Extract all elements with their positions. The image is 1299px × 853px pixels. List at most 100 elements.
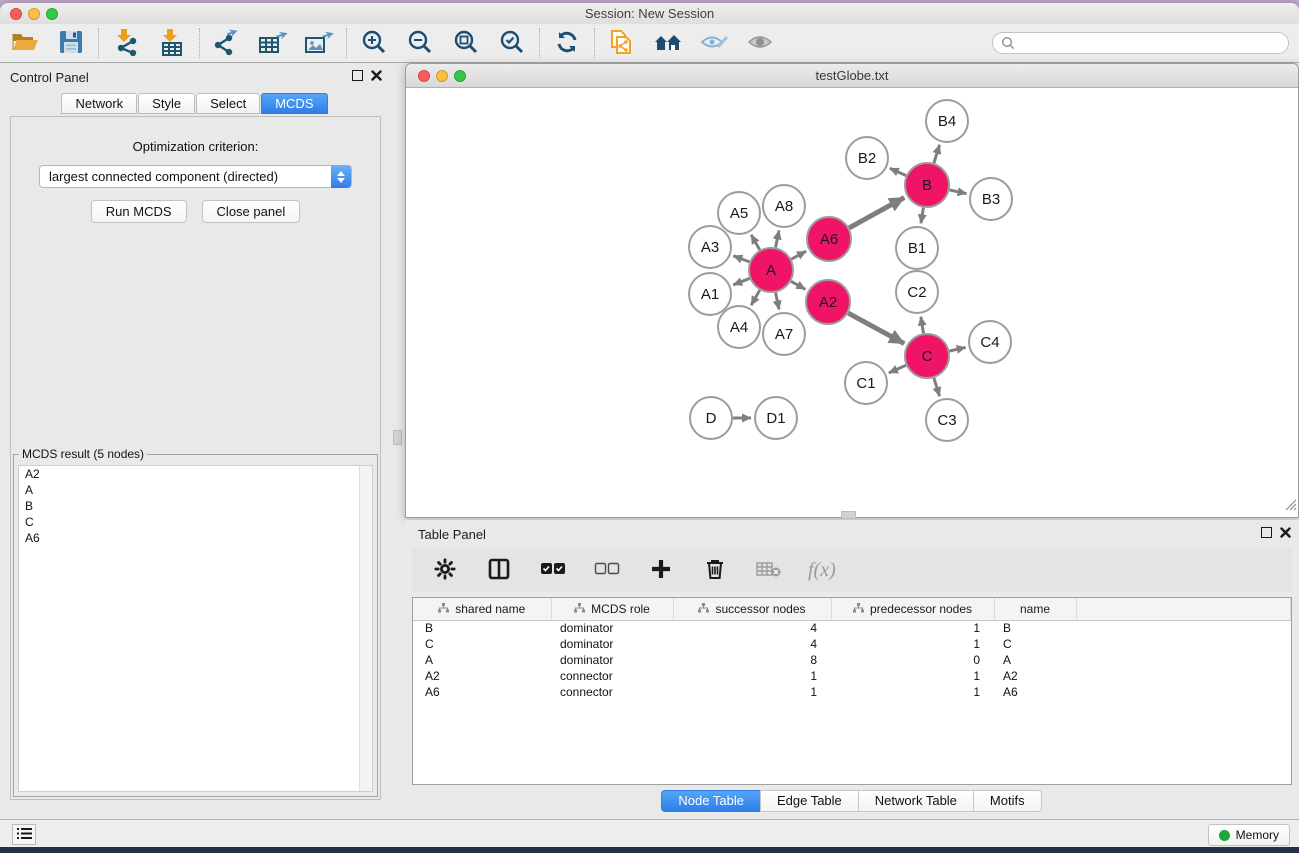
edge-B-B2[interactable] [890, 168, 906, 175]
export-image-button[interactable] [304, 28, 334, 58]
mcds-result-item[interactable]: C [19, 514, 372, 530]
node-C1[interactable]: C1 [845, 362, 887, 404]
node-A7[interactable]: A7 [763, 313, 805, 355]
table-row[interactable]: A6connector11A6 [413, 684, 1291, 700]
delete-table-button[interactable] [754, 555, 784, 585]
cell-successor-nodes[interactable]: 4 [673, 620, 831, 636]
cell-name[interactable]: A6 [994, 684, 1076, 700]
edge-C-C3[interactable] [934, 378, 940, 396]
edge-A-A6[interactable] [791, 251, 806, 259]
tab-style[interactable]: Style [138, 93, 195, 114]
edge-A-A1[interactable] [733, 278, 749, 284]
edge-A6-B[interactable] [849, 198, 904, 228]
edge-A-A8[interactable] [776, 230, 779, 247]
node-A2[interactable]: A2 [806, 280, 850, 324]
show-hidden-button[interactable] [745, 28, 775, 58]
show-columns-button[interactable] [484, 555, 514, 585]
node-B1[interactable]: B1 [896, 227, 938, 269]
edge-A-A5[interactable] [751, 235, 760, 250]
node-A3[interactable]: A3 [689, 226, 731, 268]
new-network-from-selection-button[interactable] [607, 28, 637, 58]
cell-predecessor-nodes[interactable]: 1 [831, 684, 994, 700]
tab-select[interactable]: Select [196, 93, 260, 114]
float-table-panel-icon[interactable] [1261, 527, 1272, 538]
column-header-shared-name[interactable]: shared name [413, 598, 551, 620]
minimize-network-window-icon[interactable] [436, 70, 448, 82]
node-C4[interactable]: C4 [969, 321, 1011, 363]
node-D1[interactable]: D1 [755, 397, 797, 439]
node-C2[interactable]: C2 [896, 271, 938, 313]
tab-motifs[interactable]: Motifs [973, 790, 1042, 812]
network-canvas[interactable]: AA1A2A3A4A5A6A7A8BB1B2B3B4CC1C2C3C4DD1 [406, 89, 1298, 517]
cell-MCDS-role[interactable]: dominator [551, 652, 673, 668]
node-A1[interactable]: A1 [689, 273, 731, 315]
edge-C-C2[interactable] [921, 317, 924, 334]
zoom-in-button[interactable] [359, 28, 389, 58]
cell-predecessor-nodes[interactable]: 1 [831, 668, 994, 684]
table-row[interactable]: Adominator80A [413, 652, 1291, 668]
search-input[interactable] [992, 32, 1289, 54]
cell-MCDS-role[interactable]: dominator [551, 620, 673, 636]
cell-name[interactable]: B [994, 620, 1076, 636]
column-header-name[interactable]: name [994, 598, 1076, 620]
resize-grip-icon[interactable] [1283, 497, 1297, 516]
refresh-layout-button[interactable] [552, 28, 582, 58]
zoom-network-window-icon[interactable] [454, 70, 466, 82]
close-network-window-icon[interactable] [418, 70, 430, 82]
vertical-split-handle[interactable] [393, 430, 402, 445]
optimization-criterion-select[interactable]: largest connected component (directed) [39, 165, 352, 188]
save-session-button[interactable] [56, 28, 86, 58]
edge-A-A7[interactable] [776, 293, 779, 310]
node-B4[interactable]: B4 [926, 100, 968, 142]
deselect-all-button[interactable] [592, 555, 622, 585]
cell-successor-nodes[interactable]: 4 [673, 636, 831, 652]
open-session-button[interactable] [10, 28, 40, 58]
network-window-titlebar[interactable]: testGlobe.txt [406, 64, 1298, 88]
cell-predecessor-nodes[interactable]: 1 [831, 636, 994, 652]
cell-MCDS-role[interactable]: connector [551, 684, 673, 700]
node-D[interactable]: D [690, 397, 732, 439]
run-mcds-button[interactable]: Run MCDS [91, 200, 187, 223]
node-A5[interactable]: A5 [718, 192, 760, 234]
close-window-icon[interactable] [10, 8, 22, 20]
cell-shared-name[interactable]: B [413, 620, 551, 636]
zoom-selected-button[interactable] [497, 28, 527, 58]
mcds-result-item[interactable]: B [19, 498, 372, 514]
select-all-button[interactable] [538, 555, 568, 585]
mcds-result-list[interactable]: A2ABCA6 [18, 465, 373, 792]
cell-name[interactable]: A2 [994, 668, 1076, 684]
cell-successor-nodes[interactable]: 1 [673, 684, 831, 700]
column-header-successor-nodes[interactable]: successor nodes [673, 598, 831, 620]
edge-B-B3[interactable] [949, 190, 966, 194]
mcds-result-item[interactable]: A2 [19, 466, 372, 482]
table-row[interactable]: Bdominator41B [413, 620, 1291, 636]
hide-selected-button[interactable] [699, 28, 729, 58]
node-C[interactable]: C [905, 334, 949, 378]
edge-A-A3[interactable] [733, 256, 749, 262]
cell-MCDS-role[interactable]: connector [551, 668, 673, 684]
cell-name[interactable]: A [994, 652, 1076, 668]
edge-A-A4[interactable] [751, 290, 760, 305]
export-network-button[interactable] [212, 28, 242, 58]
cell-predecessor-nodes[interactable]: 1 [831, 620, 994, 636]
edge-C-C1[interactable] [889, 365, 906, 373]
memory-button[interactable]: Memory [1208, 824, 1290, 846]
import-network-button[interactable] [111, 28, 141, 58]
column-header-predecessor-nodes[interactable]: predecessor nodes [831, 598, 994, 620]
cell-shared-name[interactable]: A2 [413, 668, 551, 684]
export-table-button[interactable] [258, 28, 288, 58]
cell-shared-name[interactable]: A [413, 652, 551, 668]
tab-network-table[interactable]: Network Table [858, 790, 974, 812]
edge-B-B1[interactable] [921, 208, 923, 224]
first-neighbors-button[interactable] [653, 28, 683, 58]
minimize-window-icon[interactable] [28, 8, 40, 20]
cell-shared-name[interactable]: C [413, 636, 551, 652]
edge-A-A2[interactable] [791, 281, 805, 289]
node-A[interactable]: A [749, 248, 793, 292]
node-B2[interactable]: B2 [846, 137, 888, 179]
cell-successor-nodes[interactable]: 1 [673, 668, 831, 684]
tab-mcds[interactable]: MCDS [261, 93, 327, 114]
zoom-fit-button[interactable] [451, 28, 481, 58]
mcds-result-item[interactable]: A6 [19, 530, 372, 546]
cell-name[interactable]: C [994, 636, 1076, 652]
